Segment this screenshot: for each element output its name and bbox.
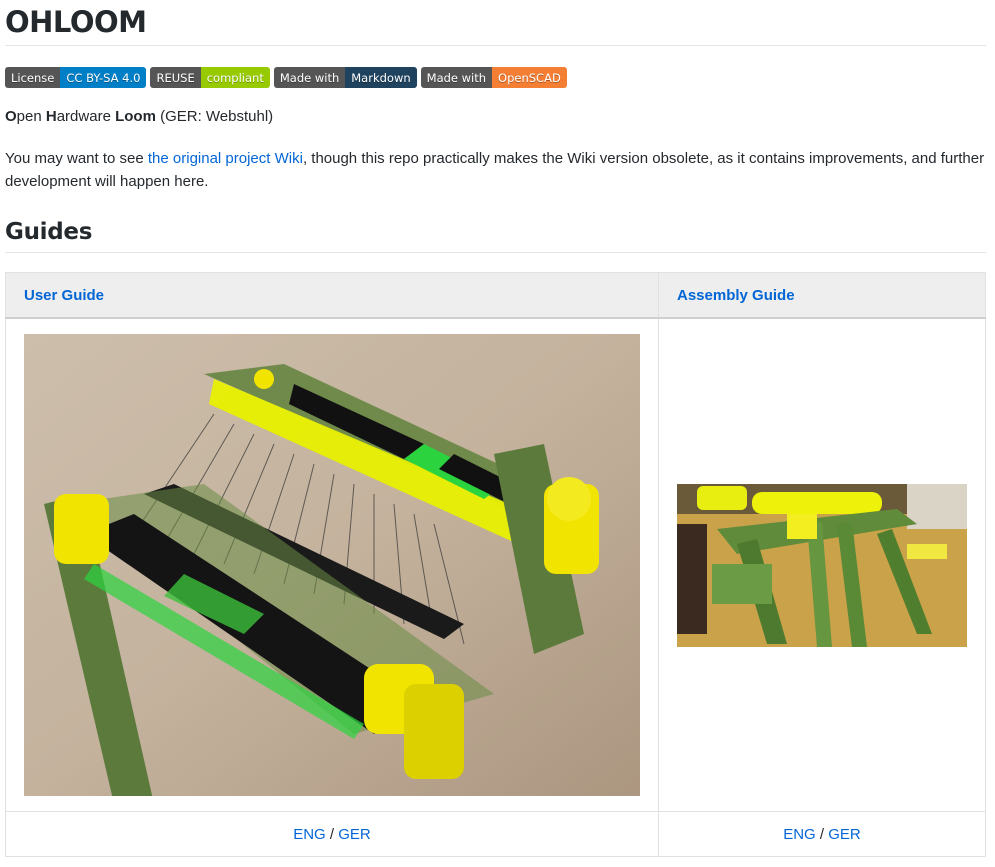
markdown-badge[interactable]: Made with Markdown xyxy=(273,67,417,88)
loom-photo[interactable] xyxy=(24,334,640,796)
intro-ardware: ardware xyxy=(56,108,116,125)
intro-text: Open Hardware Loom (GER: Webstuhl) xyxy=(5,107,273,127)
user-guide-link[interactable]: User Guide xyxy=(24,287,104,304)
assembly-guide-image-cell xyxy=(658,317,986,812)
badge-label: License xyxy=(5,67,61,88)
readme-page: OHLOOM License CC BY-SA 4.0 REUSE compli… xyxy=(5,0,986,857)
user-guide-links: ENG / GER xyxy=(5,811,659,857)
table-image-row xyxy=(5,317,986,812)
reuse-badge[interactable]: REUSE compliant xyxy=(150,67,270,88)
assembly-guide-header: Assembly Guide xyxy=(658,272,986,319)
intro-ger: (GER: Webstuhl) xyxy=(155,108,274,125)
page-title: OHLOOM xyxy=(5,0,986,46)
table-header-row: User Guide Assembly Guide xyxy=(5,272,986,319)
badge-label: Made with xyxy=(273,67,346,88)
user-guide-header: User Guide xyxy=(5,272,659,319)
wiki-note: You may want to see the original project… xyxy=(5,147,986,193)
user-guide-image-cell xyxy=(5,317,659,812)
user-guide-ger-link[interactable]: GER xyxy=(338,826,371,843)
assembly-guide-link[interactable]: Assembly Guide xyxy=(677,287,795,304)
parts-photo[interactable] xyxy=(677,483,967,647)
badge-value: compliant xyxy=(200,67,270,88)
badge-value: CC BY-SA 4.0 xyxy=(60,67,147,88)
badge-label: Made with xyxy=(420,67,493,88)
intro-o: O xyxy=(5,108,17,125)
badge-value: Markdown xyxy=(345,67,417,88)
intro-pen: pen xyxy=(16,108,46,125)
badge-label: REUSE xyxy=(150,67,201,88)
note-before: You may want to see xyxy=(5,150,148,167)
badge-row: License CC BY-SA 4.0 REUSE compliant Mad… xyxy=(5,67,567,88)
guides-table: User Guide Assembly Guide ENG / GER ENG … xyxy=(5,272,986,857)
table-link-row: ENG / GER ENG / GER xyxy=(5,811,986,857)
assembly-guide-links: ENG / GER xyxy=(658,811,986,857)
license-badge[interactable]: License CC BY-SA 4.0 xyxy=(5,67,147,88)
openscad-badge[interactable]: Made with OpenSCAD xyxy=(420,67,567,88)
assembly-guide-eng-link[interactable]: ENG xyxy=(783,826,816,843)
link-separator: / xyxy=(815,825,829,843)
intro-loom: Loom xyxy=(115,108,156,125)
intro-h: H xyxy=(45,108,57,125)
guides-heading: Guides xyxy=(5,216,986,253)
assembly-guide-ger-link[interactable]: GER xyxy=(828,826,861,843)
user-guide-eng-link[interactable]: ENG xyxy=(293,826,326,843)
badge-value: OpenSCAD xyxy=(492,67,567,88)
link-separator: / xyxy=(325,825,339,843)
wiki-link[interactable]: the original project Wiki xyxy=(148,150,303,167)
